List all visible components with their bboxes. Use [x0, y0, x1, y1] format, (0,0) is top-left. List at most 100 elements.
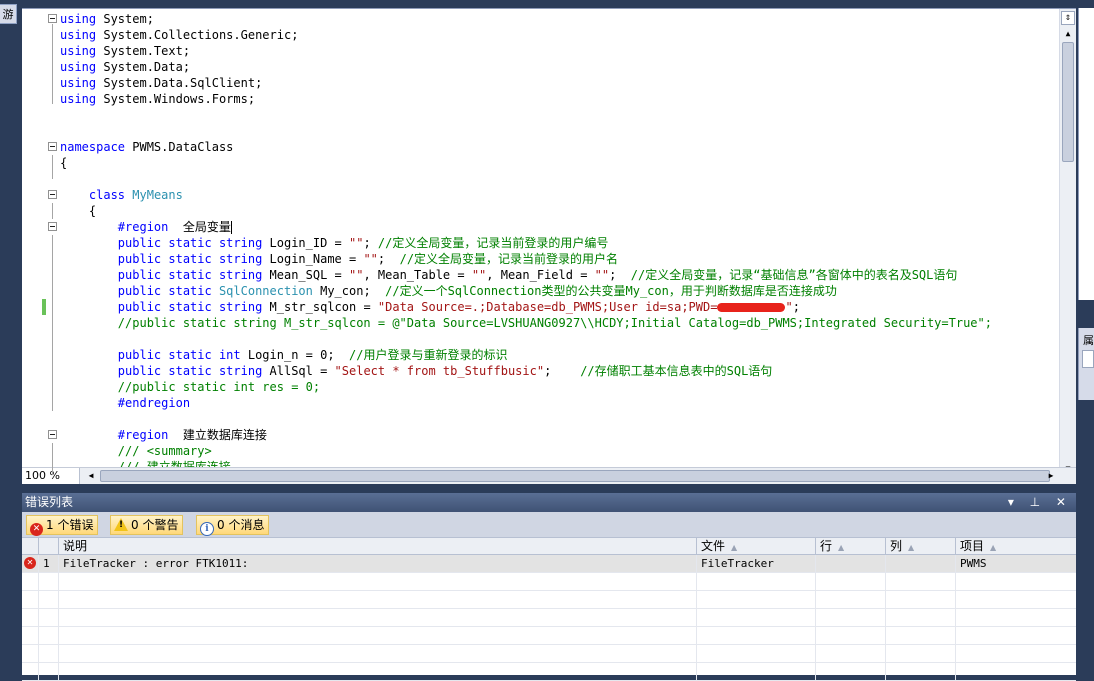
code-line[interactable]: //public static int res = 0; — [60, 379, 1058, 395]
code-token: , Mean_Table = — [363, 268, 472, 282]
code-line[interactable]: //public static string M_str_sqlcon = @"… — [60, 315, 1058, 331]
code-line[interactable] — [60, 123, 1058, 139]
vertical-scroll-thumb[interactable] — [1062, 42, 1074, 162]
header-file[interactable]: 文件 ▲ — [696, 538, 815, 554]
warning-icon — [114, 518, 128, 531]
collapse-toggle-icon[interactable] — [48, 14, 57, 23]
code-line[interactable] — [60, 411, 1058, 427]
code-token: using — [60, 28, 97, 42]
code-token: "" — [594, 268, 610, 282]
code-line[interactable]: public static string Login_ID = ""; //定义… — [60, 235, 1058, 251]
code-token: ; — [792, 300, 800, 314]
row-column — [885, 663, 955, 680]
code-line[interactable]: using System.Data.SqlClient; — [60, 75, 1058, 91]
code-token: "" — [471, 268, 487, 282]
zoom-dropdown[interactable]: 100 % — [22, 468, 80, 484]
scroll-left-arrow-icon[interactable]: ◀ — [84, 469, 98, 483]
scroll-up-arrow-icon[interactable]: ▲ — [1061, 27, 1075, 41]
code-editor[interactable]: using System; using System.Collections.Ge… — [22, 8, 1076, 484]
code-line[interactable]: class MyMeans — [60, 187, 1058, 203]
collapse-toggle-icon[interactable] — [48, 142, 57, 151]
outline-guide-line — [52, 155, 53, 179]
code-token: public static — [117, 284, 212, 298]
code-line[interactable]: public static int Login_n = 0; //用户登录与重新… — [60, 347, 1058, 363]
collapse-toggle-icon[interactable] — [48, 190, 57, 199]
outline-guide-line — [52, 398, 53, 411]
warnings-filter-button[interactable]: 0 个警告 — [110, 515, 184, 535]
redacted-password — [717, 303, 786, 312]
row-num — [38, 663, 58, 680]
messages-filter-button[interactable]: i0 个消息 — [196, 515, 270, 536]
code-token: "" — [349, 268, 364, 282]
code-token: //定义全局变量，记录“基础信息”各窗体中的表名及SQL语句 — [630, 268, 958, 282]
left-dock-tab[interactable]: 游 — [0, 4, 17, 24]
header-column[interactable]: 列 ▲ — [885, 538, 955, 554]
code-line[interactable]: public static string AllSql = "Select * … — [60, 363, 1058, 379]
row-line — [815, 663, 885, 680]
code-line[interactable]: public static string Mean_SQL = "", Mean… — [60, 267, 1058, 283]
code-line[interactable]: public static string Login_Name = ""; //… — [60, 251, 1058, 267]
code-line[interactable]: public static SqlConnection My_con; //定义… — [60, 283, 1058, 299]
code-line[interactable]: using System.Windows.Forms; — [60, 91, 1058, 107]
code-token: public static string — [117, 364, 263, 378]
code-token: using — [60, 44, 97, 58]
code-line[interactable]: using System.Text; — [60, 43, 1058, 59]
error-list-rows: ✕ 1 FileTracker : error FTK1011: FileTracke… — [22, 555, 1076, 681]
properties-object-selector[interactable] — [1082, 350, 1094, 368]
row-file — [696, 645, 815, 662]
info-icon: i — [200, 522, 214, 536]
header-icon-col[interactable] — [22, 538, 38, 554]
panel-window-buttons[interactable]: ▾ ⊥ ✕ — [1008, 493, 1072, 512]
code-line[interactable] — [60, 331, 1058, 347]
row-file — [696, 609, 815, 626]
code-text-area[interactable]: using System; using System.Collections.Ge… — [60, 11, 1058, 473]
code-line[interactable] — [60, 171, 1058, 187]
sort-icon: ▲ — [838, 543, 845, 552]
code-line[interactable]: using System.Data; — [60, 59, 1058, 75]
collapse-toggle-icon[interactable] — [48, 222, 57, 231]
row-file — [696, 591, 815, 608]
code-token: System.Data; — [96, 60, 191, 74]
code-line[interactable]: #region 全局变量 — [60, 219, 1058, 235]
header-description[interactable]: 说明 — [58, 538, 696, 554]
header-num-col[interactable] — [38, 538, 58, 554]
code-line[interactable]: #region 建立数据库连接 — [60, 427, 1058, 443]
code-token: SqlConnection — [218, 284, 313, 298]
scroll-right-arrow-icon[interactable]: ▶ — [1044, 469, 1058, 483]
row-project — [955, 573, 1076, 590]
error-list-title: 错误列表 — [25, 495, 74, 509]
code-line[interactable]: using System; — [60, 11, 1058, 27]
collapse-toggle-icon[interactable] — [48, 430, 57, 439]
row-line — [815, 609, 885, 626]
table-row[interactable]: ✕ 1 FileTracker : error FTK1011: FileTracke… — [22, 555, 1076, 573]
table-row — [22, 663, 1076, 681]
code-token: #region — [117, 428, 169, 442]
text-caret — [230, 221, 232, 234]
vertical-scrollbar[interactable]: ⇕ ▲ ▼ — [1059, 9, 1076, 476]
errors-filter-button[interactable]: ✕ 1 个错误 — [26, 515, 99, 536]
code-token: System.Text; — [96, 44, 191, 58]
error-list-toolbar: ✕1 个错误 0 个警告 i0 个消息 — [22, 512, 1076, 538]
header-project[interactable]: 项目 ▲ — [955, 538, 1076, 554]
code-line[interactable] — [60, 107, 1058, 123]
row-line — [815, 573, 885, 590]
code-line[interactable]: #endregion — [60, 395, 1058, 411]
code-line[interactable]: namespace PWMS.DataClass — [60, 139, 1058, 155]
code-line[interactable]: /// <summary> — [60, 443, 1058, 459]
code-line[interactable]: { — [60, 203, 1058, 219]
split-handle-icon[interactable]: ⇕ — [1061, 11, 1075, 25]
header-line[interactable]: 行 ▲ — [815, 538, 885, 554]
code-line[interactable]: using System.Collections.Generic; — [60, 27, 1058, 43]
error-icon: ✕ — [30, 523, 43, 536]
code-line[interactable]: { — [60, 155, 1058, 171]
code-line[interactable]: public static string M_str_sqlcon = "Dat… — [60, 299, 1058, 315]
horizontal-scroll-thumb[interactable] — [100, 470, 1050, 482]
code-token: "" — [349, 236, 364, 250]
